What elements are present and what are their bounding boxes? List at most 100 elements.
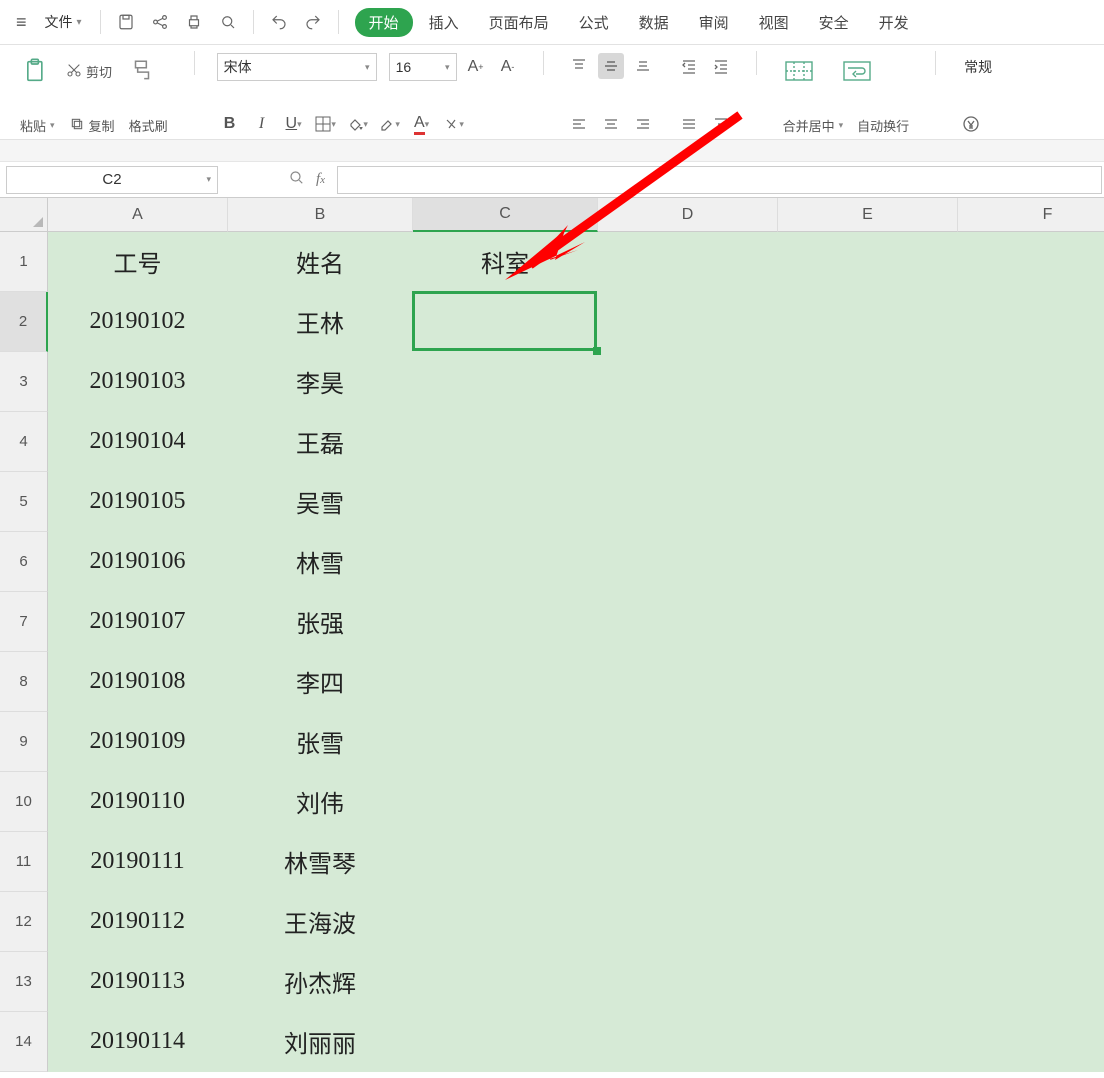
clear-format-button[interactable]: ▾ [441,111,467,137]
paste-button[interactable] [16,53,56,89]
row-header[interactable]: 8 [0,652,48,712]
cell[interactable] [778,892,958,952]
cell[interactable] [778,532,958,592]
align-top-button[interactable] [566,53,592,79]
save-icon[interactable] [111,7,141,37]
cell[interactable] [413,892,598,952]
row-header[interactable]: 10 [0,772,48,832]
cell[interactable] [778,952,958,1012]
cell[interactable] [778,232,958,292]
cell[interactable] [598,232,778,292]
cell[interactable] [413,832,598,892]
cell[interactable] [778,772,958,832]
column-header[interactable]: B [228,198,413,232]
row-header[interactable]: 11 [0,832,48,892]
cell[interactable] [598,472,778,532]
cell[interactable]: 张强 [228,592,413,652]
cell[interactable] [413,292,598,352]
cell[interactable]: 吴雪 [228,472,413,532]
print-icon[interactable] [179,7,209,37]
cell[interactable] [598,772,778,832]
cell[interactable]: 20190110 [48,772,228,832]
format-painter-button[interactable] [122,53,162,89]
bold-button[interactable]: B [217,111,243,137]
cell[interactable] [958,1012,1104,1072]
cell[interactable]: 刘丽丽 [228,1012,413,1072]
cell[interactable] [778,412,958,472]
row-header[interactable]: 3 [0,352,48,412]
cell[interactable] [958,232,1104,292]
cell[interactable]: 20190109 [48,712,228,772]
fill-handle[interactable] [593,347,601,355]
tab-3[interactable]: 公式 [565,6,623,39]
tab-1[interactable]: 插入 [415,6,473,39]
column-header[interactable]: D [598,198,778,232]
paste-dropdown[interactable]: 粘贴▾ [16,114,59,137]
cell[interactable] [958,292,1104,352]
cell[interactable]: 林雪琴 [228,832,413,892]
cell[interactable]: 20190112 [48,892,228,952]
cut-button[interactable]: 剪切 [62,60,116,83]
column-header[interactable]: C [413,198,598,232]
cell[interactable]: 20190105 [48,472,228,532]
cell[interactable]: 姓名 [228,232,413,292]
italic-button[interactable]: I [249,111,275,137]
cell[interactable]: 林雪 [228,532,413,592]
cell[interactable] [958,352,1104,412]
cell[interactable]: 李四 [228,652,413,712]
align-middle-button[interactable] [598,53,624,79]
cell[interactable]: 孙杰辉 [228,952,413,1012]
font-name-select[interactable]: 宋体▾ [217,53,377,81]
tab-6[interactable]: 视图 [745,6,803,39]
row-header[interactable]: 14 [0,1012,48,1072]
cell[interactable] [598,592,778,652]
cell[interactable] [778,292,958,352]
cell[interactable] [413,652,598,712]
cell[interactable] [413,532,598,592]
justify-button[interactable] [676,111,702,137]
fx-icon[interactable]: fx [316,171,325,188]
cell[interactable] [958,592,1104,652]
undo-icon[interactable] [264,7,294,37]
cell[interactable] [598,1012,778,1072]
spreadsheet-grid[interactable]: ABCDEF 1234567891011121314 工号姓名科室2019010… [0,198,1104,1078]
cell[interactable] [598,652,778,712]
cell[interactable]: 科室 [413,232,598,292]
cell[interactable] [778,592,958,652]
app-menu-icon[interactable]: ≡ [10,8,33,37]
cell[interactable] [598,292,778,352]
increase-font-icon[interactable]: A+ [463,54,489,80]
tab-8[interactable]: 开发 [865,6,923,39]
decrease-indent-button[interactable] [676,53,702,79]
cell[interactable] [413,472,598,532]
row-header[interactable]: 6 [0,532,48,592]
align-center-button[interactable] [598,111,624,137]
cell[interactable] [958,472,1104,532]
cell[interactable] [598,952,778,1012]
row-header[interactable]: 4 [0,412,48,472]
wrap-text-button[interactable] [837,53,877,89]
cell[interactable] [958,712,1104,772]
cell[interactable] [958,952,1104,1012]
tab-4[interactable]: 数据 [625,6,683,39]
cell[interactable] [413,1012,598,1072]
row-header[interactable]: 9 [0,712,48,772]
cell[interactable]: 20190103 [48,352,228,412]
cell[interactable] [958,832,1104,892]
align-bottom-button[interactable] [630,53,656,79]
underline-button[interactable]: U▾ [281,111,307,137]
cell[interactable]: 20190106 [48,532,228,592]
cell[interactable]: 20190107 [48,592,228,652]
row-header[interactable]: 13 [0,952,48,1012]
cell[interactable] [413,712,598,772]
cell[interactable] [598,832,778,892]
cell[interactable] [413,772,598,832]
cell[interactable]: 李昊 [228,352,413,412]
cell[interactable]: 20190104 [48,412,228,472]
align-left-button[interactable] [566,111,592,137]
cell[interactable] [598,712,778,772]
cell[interactable]: 20190111 [48,832,228,892]
distribute-button[interactable] [708,111,734,137]
cell[interactable] [778,472,958,532]
cell[interactable]: 20190114 [48,1012,228,1072]
